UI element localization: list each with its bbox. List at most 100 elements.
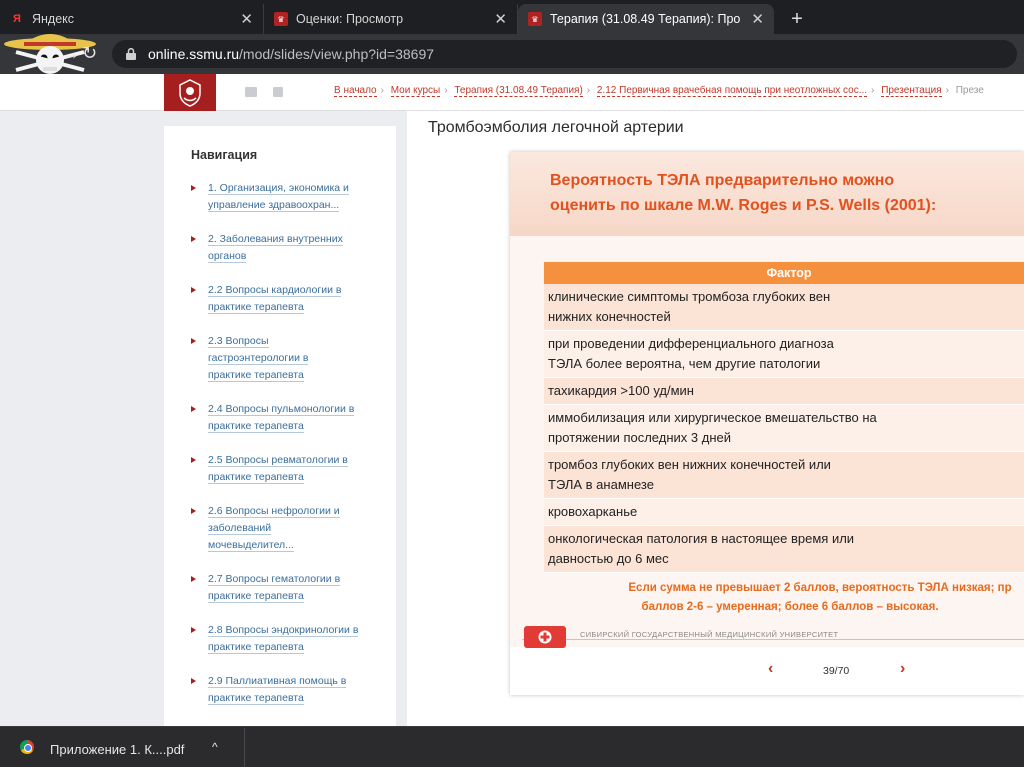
university-name: СИБИРСКИЙ ГОСУДАРСТВЕННЫЙ МЕДИЦИНСКИЙ УН… [580,630,843,639]
site-logo[interactable] [164,74,216,111]
table-row: клинические симптомы тромбоза глубоких в… [544,284,1024,331]
bullet-icon [191,457,196,463]
nav-item-label[interactable]: 2.2 Вопросы кардиологии в практике терап… [208,284,342,314]
breadcrumb-home[interactable]: В начало [334,85,377,97]
forward-icon[interactable]: → [62,43,80,64]
nav-item-label[interactable]: 2.4 Вопросы пульмонологии в практике тер… [208,403,355,433]
main-content: Тромбоэмболия легочной артерии Вероятнос… [407,111,1024,726]
nav-item-label[interactable]: 2.6 Вопросы нефрологии и заболеваний моч… [208,505,340,552]
table-row: кровохарканье [544,498,1024,526]
tab-therapy[interactable]: ♛ Терапия (31.08.49 Терапия): Про ✕ [518,4,774,34]
table-row: онкологическая патология в настоящее вре… [544,525,1024,573]
factor-line: нижних конечностей [548,309,671,324]
factor-line: клинические симптомы тромбоза глубоких в… [548,289,831,304]
nav-item[interactable]: 1. Организация, экономика и управление з… [191,180,396,214]
close-icon[interactable]: ✕ [240,10,253,28]
nav-item-label[interactable]: 2.3 Вопросы гастроэнтерологии в практике… [208,335,309,382]
nav-item-label[interactable]: 2. Заболевания внутренних органов [208,233,343,263]
score-note-line: баллов 2-6 – умеренная; более 6 баллов –… [641,601,939,613]
lock-icon [126,48,136,60]
slide-counter: 39/70 [823,665,850,677]
slide: Вероятность ТЭЛА предварительно можно оц… [510,152,1024,695]
factor-line: протяжении последних 3 дней [548,430,731,445]
breadcrumb-my-courses[interactable]: Мои курсы [390,85,441,97]
site-header: В начало › Мои курсы › Терапия (31.08.49 Т… [0,74,1024,111]
breadcrumb-course[interactable]: Терапия (31.08.49 Терапия) [454,85,583,97]
crest-icon: ♛ [274,12,288,26]
calendar-icon[interactable] [273,87,283,97]
breadcrumb-section[interactable]: 2.12 Первичная врачебная помощь при неот… [596,85,868,97]
breadcrumb-presentation[interactable]: Презентация [881,85,942,97]
tab-title: Терапия (31.08.49 Терапия): Про [550,12,741,26]
close-icon[interactable]: ✕ [751,10,764,28]
score-note: Если сумма не превышает 2 баллов, вероят… [570,579,1024,617]
mail-icon[interactable] [245,87,257,97]
tab-grades[interactable]: ♛ Оценки: Просмотр ✕ [264,4,518,34]
breadcrumb: В начало › Мои курсы › Терапия (31.08.49 Т… [334,85,984,97]
slide-heading-line: оценить по шкале M.W. Roges и P.S. Wells… [550,197,937,214]
nav-item[interactable]: 2.4 Вопросы пульмонологии в практике тер… [191,401,396,435]
nav-item[interactable]: 2.6 Вопросы нефрологии и заболеваний моч… [191,503,396,554]
table-header: Фактор [544,262,1024,284]
nav-item[interactable]: 2. Заболевания внутренних органов [191,231,396,265]
tab-title: Яндекс [32,12,75,26]
nav-item-label[interactable]: 2.7 Вопросы гематологии в практике терап… [208,573,341,603]
nav-item-label[interactable]: 2.9 Паллиативная помощь в практике терап… [208,675,347,705]
prev-slide-button[interactable]: ‹ [768,660,773,678]
nav-item[interactable]: 2.5 Вопросы ревматологии в практике тера… [191,452,396,486]
chevron-up-icon[interactable]: ^ [212,740,218,754]
factor-line: тахикардия >100 уд/мин [548,383,694,398]
bullet-icon [191,406,196,412]
slide-body: Вероятность ТЭЛА предварительно можно оц… [510,152,1024,648]
close-icon[interactable]: ✕ [494,10,507,28]
table-row: тромбоз глубоких вен нижних конечностей … [544,451,1024,499]
bullet-icon [191,627,196,633]
nav-item-label[interactable]: 1. Организация, экономика и управление з… [208,182,349,212]
page: В начало › Мои курсы › Терапия (31.08.49 Т… [0,74,1024,726]
slide-heading-line: Вероятность ТЭЛА предварительно можно [550,172,895,189]
next-slide-button[interactable]: › [900,660,905,678]
new-tab-icon[interactable]: + [782,4,812,34]
nav-item-label[interactable]: 2.5 Вопросы ревматологии в практике тера… [208,454,348,484]
reload-icon[interactable]: ↻ [82,43,97,64]
page-title: Тромбоэмболия легочной артерии [428,119,684,136]
factor-table: Фактор клинические симптомы тромбоза глу… [544,262,1024,573]
bullet-icon [191,236,196,242]
nav-item-label[interactable]: 2.8 Вопросы эндокринологии в практике те… [208,624,359,654]
university-footer: СИБИРСКИЙ ГОСУДАРСТВЕННЫЙ МЕДИЦИНСКИЙ УН… [510,626,1024,648]
table-row: при проведении дифференциального диагноз… [544,330,1024,378]
factor-line: тромбоз глубоких вен нижних конечностей … [548,457,831,472]
factor-line: ТЭЛА более вероятна, чем другие патологи… [548,356,821,371]
nav-item[interactable]: 2.7 Вопросы гематологии в практике терап… [191,571,396,605]
bullet-icon [191,508,196,514]
url-host: online.ssmu.ru [148,46,240,62]
factor-line: кровохарканье [548,504,638,519]
url-path: /mod/slides/view.php?id=38697 [239,46,435,62]
slide-heading: Вероятность ТЭЛА предварительно можно оц… [550,168,936,218]
address-bar[interactable]: online.ssmu.ru /mod/slides/view.php?id=3… [112,40,1017,68]
yandex-icon: Я [13,13,21,25]
tab-strip: Я Яндекс ✕ ♛ Оценки: Просмотр ✕ ♛ Терапи… [0,0,1024,34]
bullet-icon [191,338,196,344]
nav-item[interactable]: 2.2 Вопросы кардиологии в практике терап… [191,282,396,316]
factor-line: иммобилизация или хирургическое вмешател… [548,410,877,425]
crest-icon [179,78,201,107]
nav-item[interactable]: 2.9 Паллиативная помощь в практике терап… [191,673,396,707]
factor-line: давностью до 6 мес [548,551,669,566]
factor-line: онкологическая патология в настоящее вре… [548,531,855,546]
slide-pager: ‹ 39/70 › [510,660,1024,684]
factor-line: ТЭЛА в анамнезе [548,477,654,492]
bullet-icon [191,185,196,191]
slide-header: Вероятность ТЭЛА предварительно можно оц… [510,152,1024,236]
bullet-icon [191,576,196,582]
nav-item[interactable]: 2.8 Вопросы эндокринологии в практике те… [191,622,396,656]
nav-item[interactable]: 2.3 Вопросы гастроэнтерологии в практике… [191,333,396,384]
table-row: иммобилизация или хирургическое вмешател… [544,404,1024,452]
navigation-panel: Навигация 1. Организация, экономика и уп… [164,126,396,726]
bullet-icon [191,287,196,293]
tab-title: Оценки: Просмотр [296,12,404,26]
score-note-line: Если сумма не превышает 2 баллов, вероят… [628,582,1012,594]
navigation-title: Навигация [191,148,258,162]
download-item[interactable]: Приложение 1. К....pdf [50,742,184,757]
factor-line: при проведении дифференциального диагноз… [548,336,834,351]
